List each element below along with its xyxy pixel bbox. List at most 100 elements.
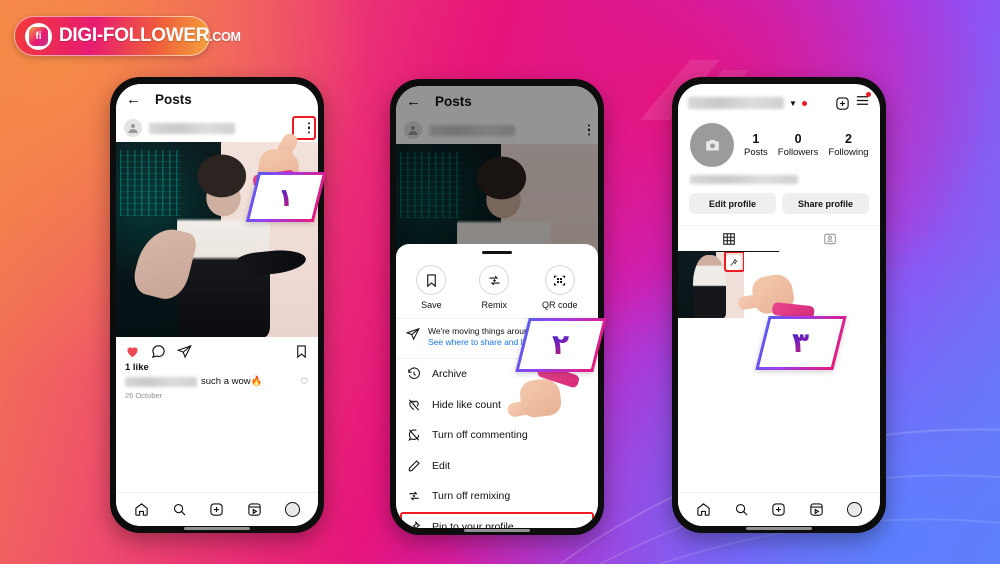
no-comment-icon <box>408 429 420 442</box>
pin-badge-highlight-box <box>724 252 744 272</box>
phone-2-screen: ← Posts Save Remix QR code We're moving … <box>396 86 598 528</box>
menu-item-label: Turn off remixing <box>432 490 511 503</box>
avatar[interactable] <box>124 119 142 137</box>
share-profile-button[interactable]: Share profile <box>782 193 869 214</box>
heart-filled-icon[interactable] <box>125 344 140 359</box>
profile-stats-row: 1 Posts 0 Followers 2 Following <box>678 117 880 169</box>
menu-item-label: Hide like count <box>432 398 501 411</box>
stat-label: Followers <box>777 147 819 158</box>
phone-3-frame: ▼ 1 Posts 0 Followers 2 Following Edit p… <box>672 77 886 533</box>
menu-item-turn-off-commenting[interactable]: Turn off commenting <box>396 420 598 451</box>
menu-item-hide-like-count[interactable]: Hide like count <box>396 389 598 420</box>
add-icon[interactable] <box>209 502 224 517</box>
reels-icon[interactable] <box>809 502 824 517</box>
post-author-bar <box>116 114 318 142</box>
stat-label: Posts <box>744 147 768 158</box>
quick-action-remix[interactable]: Remix <box>479 265 510 310</box>
avatar[interactable] <box>690 123 734 167</box>
quick-action-label: QR code <box>542 300 578 310</box>
bookmark-icon <box>416 265 447 295</box>
stat-value: 0 <box>794 132 802 146</box>
search-icon[interactable] <box>172 502 187 517</box>
menu-item-edit[interactable]: Edit <box>396 450 598 481</box>
grid-cell-pinned[interactable] <box>678 252 744 318</box>
hide-heart-icon <box>408 399 420 411</box>
step-callout-3: ۳ <box>755 316 847 370</box>
menu-highlight-box <box>292 116 316 140</box>
post-caption: such a wow🔥 <box>116 373 318 387</box>
menu-item-pin-to-profile[interactable]: Pin to your profile <box>396 511 598 528</box>
camera-icon <box>705 139 719 150</box>
phone-2-frame: ← Posts Save Remix QR code We're moving … <box>390 79 604 535</box>
caption-like-icon[interactable] <box>300 376 309 388</box>
cell-figure <box>692 254 726 318</box>
bookmark-icon[interactable] <box>294 344 309 359</box>
step-callout-2: ۲ <box>515 318 607 372</box>
chevron-down-icon[interactable]: ▼ <box>789 99 797 108</box>
home-icon[interactable] <box>696 502 711 517</box>
remix-icon <box>409 491 419 501</box>
reels-icon[interactable] <box>247 502 262 517</box>
profile-tabs <box>678 225 880 252</box>
stat-value: 1 <box>752 132 760 146</box>
profile-icon[interactable] <box>846 502 862 517</box>
stat-posts[interactable]: 1 Posts <box>744 132 768 158</box>
add-icon[interactable] <box>771 502 786 517</box>
step-callout-1: ۱ <box>245 172 327 222</box>
bio-line <box>690 175 798 184</box>
quick-action-label: Save <box>421 300 442 310</box>
quick-actions-row: Save Remix QR code <box>396 254 598 318</box>
logo-glyph: fi <box>29 26 48 46</box>
profile-icon[interactable] <box>284 502 300 517</box>
notice-link[interactable]: See where to share and link <box>428 337 536 348</box>
hamburger-menu-wrapper[interactable] <box>855 92 871 113</box>
quick-action-save[interactable]: Save <box>416 265 447 310</box>
phone-1-frame: ← Posts 1 like such a wow🔥 26 October <box>110 77 324 533</box>
menu-item-label: Turn off commenting <box>432 429 528 442</box>
tagged-icon <box>823 233 836 245</box>
page-title: Posts <box>155 91 192 107</box>
menu-item-label: Archive <box>432 368 468 381</box>
tab-tagged[interactable] <box>779 226 880 252</box>
menu-item-turn-off-remixing[interactable]: Turn off remixing <box>396 481 598 512</box>
pin-highlight-box <box>400 512 594 528</box>
search-icon[interactable] <box>734 502 749 517</box>
qr-code-icon <box>544 265 575 295</box>
menu-item-label: Edit <box>432 459 451 472</box>
profile-post-grid <box>678 252 880 318</box>
share-icon[interactable] <box>177 344 192 359</box>
digital-code-texture <box>120 149 181 217</box>
instagram-badge-icon: fi <box>25 22 52 50</box>
step-number: ۳ <box>792 326 810 359</box>
back-arrow-icon[interactable]: ← <box>126 92 141 107</box>
home-icon[interactable] <box>134 502 149 517</box>
phone-3-screen: ▼ 1 Posts 0 Followers 2 Following Edit p… <box>678 84 880 526</box>
red-dot-indicator <box>801 100 807 106</box>
pencil-icon <box>408 459 420 471</box>
phone1-header: ← Posts <box>116 84 318 114</box>
profile-buttons-row: Edit profile Share profile <box>678 184 880 214</box>
grid-icon <box>722 232 735 245</box>
menu-red-dot <box>866 92 871 97</box>
profile-header: ▼ <box>678 84 880 117</box>
post-date: 26 October <box>125 391 163 400</box>
like-count: 1 like <box>125 362 149 373</box>
stat-label: Following <box>828 147 869 158</box>
stat-value: 2 <box>845 132 852 146</box>
comment-icon[interactable] <box>151 344 166 359</box>
stat-following[interactable]: 2 Following <box>828 132 868 158</box>
quick-action-qr[interactable]: QR code <box>542 265 578 310</box>
phone-1-screen: ← Posts 1 like such a wow🔥 26 October <box>116 84 318 526</box>
profile-username-blurred[interactable] <box>688 97 784 109</box>
brand-logo[interactable]: fi DIGI-FOLLOWER.COM <box>14 16 241 56</box>
post-action-row <box>116 337 318 361</box>
tab-grid[interactable] <box>678 226 779 252</box>
stat-followers[interactable]: 0 Followers <box>778 132 819 158</box>
edit-profile-button[interactable]: Edit profile <box>689 193 776 214</box>
remix-icon <box>479 265 510 295</box>
share-icon <box>406 327 420 341</box>
add-square-icon[interactable] <box>835 96 850 111</box>
post-options-sheet: Save Remix QR code We're moving things a… <box>396 244 598 528</box>
step-number: ۱ <box>278 182 294 212</box>
brand-name: DIGI-FOLLOWER.COM <box>59 25 241 46</box>
